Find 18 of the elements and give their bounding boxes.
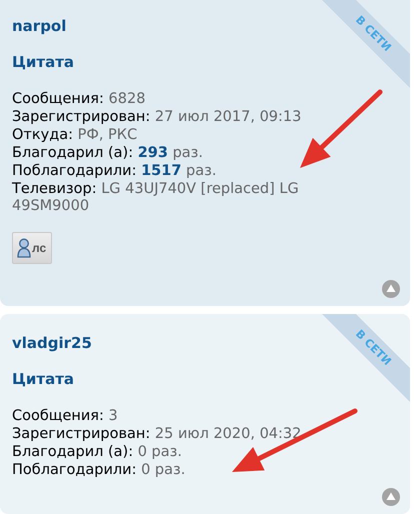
- profile-stat: Зарегистрирован: 25 июл 2020, 04:32: [12, 426, 302, 443]
- private-message-button[interactable]: лс: [12, 232, 52, 264]
- profile-stat: Зарегистрирован: 27 июл 2017, 09:13: [12, 109, 302, 126]
- profile-stat: Сообщения: 3: [12, 408, 119, 425]
- quote-link[interactable]: Цитата: [12, 53, 74, 71]
- username-link[interactable]: narpol: [12, 17, 66, 35]
- profile-stat: Поблагодарили: 0 раз.: [12, 462, 186, 479]
- profile-stat: Откуда: РФ, РКС: [12, 127, 138, 144]
- profile-stat: Благодарил (а): 0 раз.: [12, 444, 183, 461]
- back-to-top-icon[interactable]: [382, 280, 400, 298]
- profile-stat: Благодарил (а): 293 раз.: [12, 145, 204, 162]
- username-link[interactable]: vladgir25: [12, 334, 92, 352]
- profile-stat: Сообщения: 6828: [12, 91, 146, 108]
- profile-stat: Поблагодарили: 1517 раз.: [12, 163, 218, 180]
- profile-stat: Телевизор: LG 43UJ740V [replaced] LG 49SM9000: [12, 181, 300, 215]
- person-icon: [17, 238, 31, 258]
- quote-link[interactable]: Цитата: [12, 370, 74, 388]
- back-to-top-icon[interactable]: [382, 488, 400, 506]
